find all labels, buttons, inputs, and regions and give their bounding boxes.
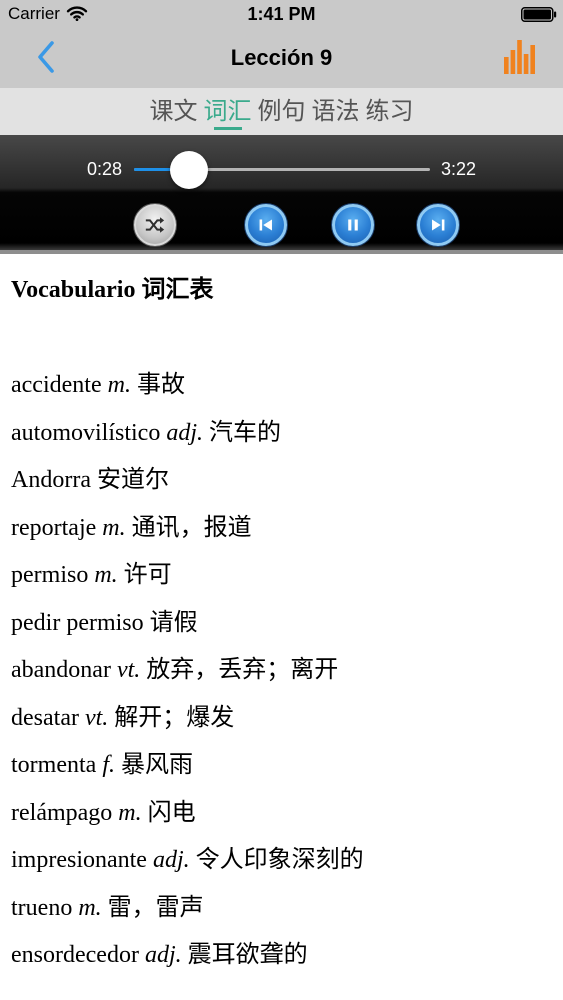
vocab-meaning: 令人印象深刻的 — [195, 847, 364, 873]
tab-exercises[interactable]: 练习 — [366, 88, 414, 135]
shuffle-icon — [145, 217, 165, 233]
status-bar: Carrier 1:41 PM — [0, 0, 563, 28]
skip-next-icon — [432, 219, 445, 231]
vocab-pos: vt. — [84, 704, 109, 731]
vocab-pos: m. — [107, 372, 131, 398]
vocab-meaning: 震耳欲聋的 — [187, 942, 308, 968]
vocab-pos: adj. — [166, 419, 203, 446]
vocab-word: trueno — [11, 894, 73, 921]
vocab-entry: accidente m. 事故 — [11, 362, 563, 410]
vocab-word: desatar — [11, 704, 79, 731]
vocab-entry: pedir permiso 请假 — [11, 600, 563, 648]
tab-grammar[interactable]: 语法 — [312, 88, 360, 135]
time-duration: 3:22 — [441, 159, 477, 179]
pause-icon — [348, 219, 358, 231]
vocab-word: relámpago — [11, 799, 113, 826]
vocab-meaning: 通讯，报道 — [131, 514, 252, 541]
page-title: Lección 9 — [230, 45, 333, 70]
vocab-word: pedir permiso — [11, 609, 144, 636]
tab-selected-indicator — [213, 127, 242, 130]
tab-examples[interactable]: 例句 — [258, 88, 306, 135]
slider-thumb[interactable] — [169, 150, 208, 189]
vocab-meaning: 事故 — [136, 372, 185, 398]
tab-label: 例句 — [257, 97, 306, 125]
vocab-word: tormenta — [11, 752, 97, 778]
clock: 1:41 PM — [247, 4, 316, 24]
vocab-pos: adj. — [152, 847, 190, 873]
tab-bar: 课文 词汇 例句 语法 练习 — [0, 88, 563, 135]
next-button[interactable] — [417, 204, 459, 246]
vocab-word: automovilístico — [11, 419, 161, 446]
vocab-heading: Vocabulario 词汇表 — [11, 277, 214, 303]
vocab-pos: adj. — [144, 942, 182, 968]
battery-icon — [521, 7, 557, 22]
vocab-pos: m. — [78, 894, 102, 921]
vocab-pos: vt. — [116, 657, 141, 683]
tab-label: 练习 — [365, 97, 414, 125]
vocab-word: ensordecedor — [11, 942, 139, 968]
vocab-meaning: 许可 — [123, 562, 172, 588]
vocab-word: accidente — [11, 372, 102, 398]
audio-player: 0:28 3:22 — [0, 135, 563, 254]
vocab-entry: tormenta f. 暴风雨 — [11, 742, 563, 790]
vocab-entry: abandonar vt. 放弃，丢弃；离开 — [11, 647, 563, 695]
tab-label: 课文 — [149, 97, 198, 125]
vocab-pos: f. — [102, 752, 115, 778]
time-elapsed: 0:28 — [86, 159, 122, 179]
vocab-entry: desatar vt. 解开；爆发 — [11, 695, 563, 743]
vocab-entry: ensordecedor adj. 震耳欲聋的 — [11, 932, 563, 980]
vocab-pos: m. — [118, 799, 142, 826]
vocab-word: abandonar — [11, 657, 111, 683]
vocab-entry: permiso m. 许可 — [11, 552, 563, 600]
vocab-meaning: 解开；爆发 — [114, 704, 235, 731]
vocabulary-content: Vocabulario 词汇表 accidente m. 事故 automovi… — [0, 254, 563, 1000]
nav-bar: Lección 9 — [0, 28, 563, 88]
vocab-entry: relámpago m. 闪电 — [11, 790, 563, 838]
previous-button[interactable] — [245, 204, 287, 246]
vocab-meaning: 安道尔 — [96, 467, 169, 493]
tab-vocabulary[interactable]: 词汇 — [204, 88, 252, 135]
vocab-meaning: 汽车的 — [209, 419, 281, 446]
vocab-entry: impresionante adj. 令人印象深刻的 — [11, 837, 563, 885]
vocab-pos: m. — [102, 514, 126, 541]
vocab-entry: reportaje m. 通讯，报道 — [11, 505, 563, 553]
vocab-entry: trueno m. 雷，雷声 — [11, 885, 563, 933]
pause-button[interactable] — [332, 204, 374, 246]
vocab-entry: Andorra 安道尔 — [11, 457, 563, 505]
vocab-word: permiso — [11, 562, 89, 588]
vocab-meaning: 请假 — [149, 609, 198, 636]
bar-chart-icon — [504, 40, 535, 74]
vocab-pos: m. — [94, 562, 118, 588]
stats-button[interactable] — [503, 40, 537, 74]
skip-previous-icon — [259, 219, 272, 231]
shuffle-button[interactable] — [134, 204, 176, 246]
progress-slider[interactable] — [134, 150, 430, 189]
tabs: 课文 词汇 例句 语法 练习 — [0, 88, 563, 135]
vocab-entry: automovilístico adj. 汽车的 — [11, 410, 563, 458]
vocab-meaning: 闪电 — [147, 799, 196, 826]
tab-label: 词汇 — [203, 97, 252, 125]
vocab-word: impresionante — [11, 847, 147, 873]
tab-label: 语法 — [311, 97, 360, 125]
vocab-word: reportaje — [11, 514, 97, 541]
vocab-word: Andorra — [11, 467, 91, 493]
vocab-meaning: 放弃，丢弃；离开 — [146, 657, 339, 683]
tab-lesson-text[interactable]: 课文 — [150, 88, 198, 135]
vocab-meaning: 雷，雷声 — [107, 894, 204, 921]
vocab-meaning: 暴风雨 — [120, 752, 193, 778]
